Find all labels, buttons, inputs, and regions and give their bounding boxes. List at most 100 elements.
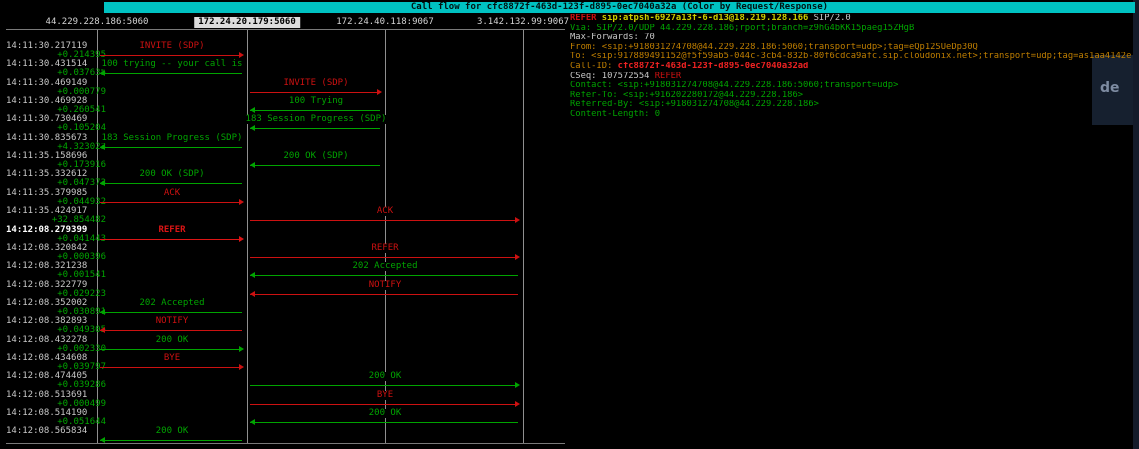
- message-label[interactable]: 200 OK: [366, 409, 405, 418]
- message-label[interactable]: INVITE (SDP): [136, 42, 207, 51]
- sip-header-line-4: To: <sip:917889491152@f5f59ab5-044c-3cb4…: [570, 52, 1136, 62]
- column-header-0: 44.229.228.186:5060: [42, 17, 153, 28]
- message-arrow[interactable]: [100, 330, 242, 331]
- message-arrow[interactable]: [250, 385, 518, 386]
- sip-header-segment: sip:atpsh-6927a13f-6-d13@18.219.128.166: [602, 14, 809, 23]
- message-arrow[interactable]: [100, 239, 242, 240]
- message-label[interactable]: 200 OK: [153, 336, 192, 345]
- message-arrow[interactable]: [100, 349, 242, 350]
- arrowhead-icon: [100, 437, 105, 443]
- message-arrow[interactable]: [250, 165, 380, 166]
- sip-header-segment: To: <sip:917889491152@f5f59ab5-044c-3cb4…: [570, 52, 1131, 61]
- column-line-1: [247, 30, 248, 443]
- sip-header-line-7: Contact: <sip:+918031274708@44.229.228.1…: [570, 81, 1136, 91]
- message-time[interactable]: 14:12:08.565834: [6, 427, 87, 436]
- message-arrow[interactable]: [250, 404, 518, 405]
- sip-header-line-9: Referred-By: <sip:+918031274708@44.229.2…: [570, 100, 1136, 110]
- message-arrow[interactable]: [250, 275, 518, 276]
- sip-header-segment: Content-Length: 0: [570, 110, 660, 119]
- message-label[interactable]: BYE: [161, 354, 183, 363]
- message-label[interactable]: 202 Accepted: [136, 299, 207, 308]
- sip-header-segment: CSeq: 107572554: [570, 72, 655, 81]
- sip-header-segment: REFER: [570, 14, 602, 23]
- message-label[interactable]: 100 trying -- your call is: [99, 60, 246, 69]
- sip-header-segment: From: <sip:+918031274708@44.229.228.186:…: [570, 43, 978, 52]
- column-header-3: 3.142.132.99:9067: [473, 17, 573, 28]
- arrowhead-icon: [377, 89, 382, 95]
- sngrep-call-flow-window: de Call flow for cfc8872f-463d-123f-d895…: [0, 0, 1139, 449]
- message-label[interactable]: 200 OK (SDP): [136, 170, 207, 179]
- message-delta: +0.001541: [0, 271, 106, 280]
- flow-header-line: [6, 29, 565, 30]
- message-arrow[interactable]: [100, 367, 242, 368]
- message-arrow[interactable]: [250, 128, 380, 129]
- message-arrow[interactable]: [250, 110, 380, 111]
- message-arrow[interactable]: [100, 312, 242, 313]
- column-header-2: 172.24.40.118:9067: [332, 17, 438, 28]
- arrowhead-icon: [100, 180, 105, 186]
- message-arrow[interactable]: [100, 202, 242, 203]
- sip-header-line-6: CSeq: 107572554 REFER: [570, 72, 1136, 82]
- sip-header-segment: Max-Forwards: 70: [570, 33, 655, 42]
- arrowhead-icon: [515, 382, 520, 388]
- message-arrow[interactable]: [250, 422, 518, 423]
- message-arrow[interactable]: [100, 55, 242, 56]
- arrowhead-icon: [515, 401, 520, 407]
- arrowhead-icon: [100, 70, 105, 76]
- message-delta: +32.854482: [0, 216, 106, 225]
- arrowhead-icon: [100, 309, 105, 315]
- message-label[interactable]: 202 Accepted: [349, 262, 420, 271]
- sip-header-line-0: REFER sip:atpsh-6927a13f-6-d13@18.219.12…: [570, 14, 1136, 24]
- sip-header-segment: Call-ID:: [570, 62, 618, 71]
- message-label[interactable]: BYE: [374, 391, 396, 400]
- arrowhead-icon: [239, 364, 244, 370]
- arrowhead-icon: [250, 272, 255, 278]
- sip-header-line-1: Via: SIP/2.0/UDP 44.229.228.186;rport;br…: [570, 24, 1136, 34]
- sip-header-segment: SIP/2.0: [808, 14, 850, 23]
- message-label[interactable]: 183 Session Progress (SDP): [243, 115, 390, 124]
- sip-header-line-3: From: <sip:+918031274708@44.229.228.186:…: [570, 43, 1136, 53]
- message-label[interactable]: NOTIFY: [153, 317, 192, 326]
- message-arrow[interactable]: [250, 220, 518, 221]
- message-label[interactable]: 100 Trying: [286, 97, 346, 106]
- message-arrow[interactable]: [250, 294, 518, 295]
- message-label[interactable]: ACK: [161, 189, 183, 198]
- sip-header-line-8: Refer-To: <sip:+916202280172@44.229.228.…: [570, 91, 1136, 101]
- message-label[interactable]: 200 OK: [153, 427, 192, 436]
- message-label[interactable]: REFER: [155, 226, 188, 235]
- message-arrow[interactable]: [100, 147, 242, 148]
- arrowhead-icon: [515, 217, 520, 223]
- sip-header-segment: Referred-By: <sip:+918031274708@44.229.2…: [570, 100, 819, 109]
- arrowhead-icon: [239, 236, 244, 242]
- arrowhead-icon: [250, 107, 255, 113]
- arrowhead-icon: [515, 254, 520, 260]
- sip-header-line-2: Max-Forwards: 70: [570, 33, 1136, 43]
- sip-header-segment: REFER: [655, 72, 681, 81]
- message-label[interactable]: 200 OK (SDP): [280, 152, 351, 161]
- message-detail-panel: REFER sip:atpsh-6927a13f-6-d13@18.219.12…: [570, 14, 1136, 120]
- message-arrow[interactable]: [250, 257, 518, 258]
- message-label[interactable]: ACK: [374, 207, 396, 216]
- message-arrow[interactable]: [100, 73, 242, 74]
- arrowhead-icon: [250, 162, 255, 168]
- arrowhead-icon: [250, 125, 255, 131]
- arrowhead-icon: [100, 144, 105, 150]
- flow-bottom-line: [6, 443, 565, 444]
- sip-header-segment: cfc8872f-463d-123f-d895-0ec7040a32ad: [618, 62, 809, 71]
- message-label[interactable]: INVITE (SDP): [280, 79, 351, 88]
- message-arrow[interactable]: [100, 183, 242, 184]
- message-delta: +0.049305: [0, 326, 106, 335]
- message-arrow[interactable]: [100, 440, 242, 441]
- message-delta: +0.037635: [0, 69, 106, 78]
- sip-header-segment: Contact: <sip:+918031274708@44.229.228.1…: [570, 81, 898, 90]
- column-line-3: [523, 30, 524, 443]
- message-label[interactable]: 200 OK: [366, 372, 405, 381]
- message-arrow[interactable]: [250, 92, 380, 93]
- message-label[interactable]: 183 Session Progress (SDP): [99, 134, 246, 143]
- arrowhead-icon: [250, 419, 255, 425]
- sip-header-segment: Refer-To: <sip:+916202280172@44.229.228.…: [570, 91, 803, 100]
- sip-header-segment: Via: SIP/2.0/UDP 44.229.228.186;rport;br…: [570, 24, 914, 33]
- arrowhead-icon: [250, 291, 255, 297]
- message-label[interactable]: NOTIFY: [366, 281, 405, 290]
- message-label[interactable]: REFER: [368, 244, 401, 253]
